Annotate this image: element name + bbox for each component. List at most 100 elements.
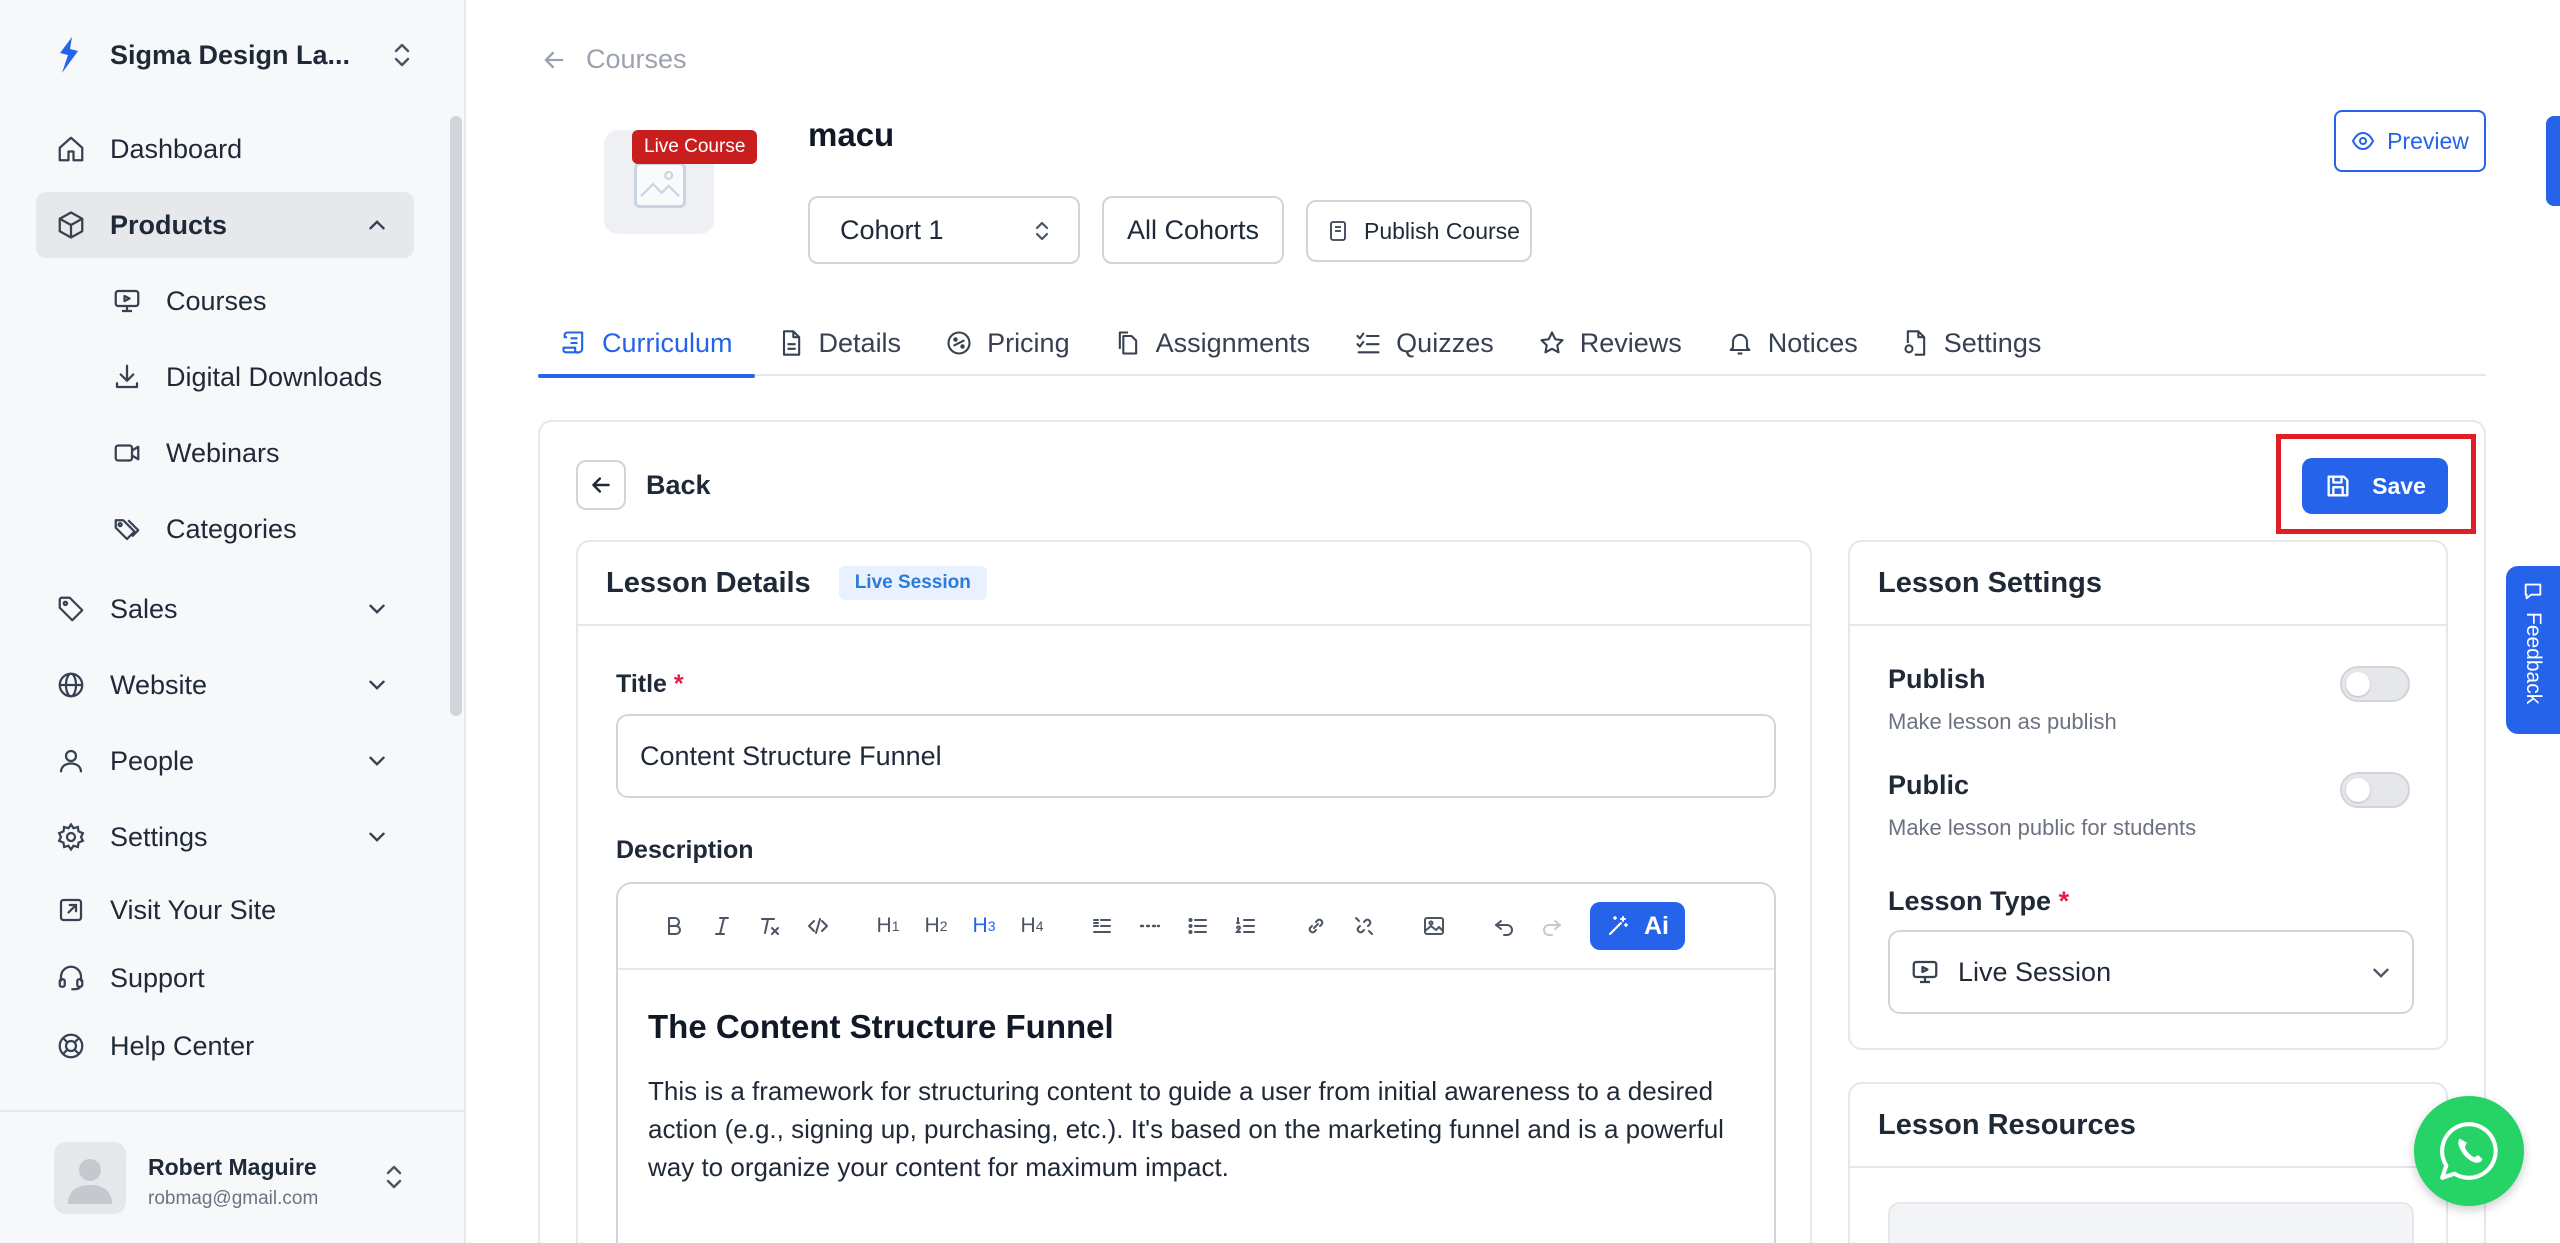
bell-icon xyxy=(1729,333,1751,355)
monitor-play-icon xyxy=(1912,960,1938,984)
resource-upload-area[interactable] xyxy=(1888,1202,2414,1243)
user-menu[interactable]: Robert Maguire robmag@gmail.com xyxy=(0,1110,464,1243)
arrow-left-icon xyxy=(544,51,564,68)
horizontal-rule-button[interactable] xyxy=(1130,906,1170,946)
preview-button[interactable]: Preview xyxy=(2334,110,2486,172)
sidebar-item-visit-site[interactable]: Visit Your Site xyxy=(36,880,414,940)
heading1-button[interactable]: H1 xyxy=(868,906,908,946)
editor-content[interactable]: The Content Structure Funnel This is a f… xyxy=(618,970,1774,1186)
back-button[interactable]: Back xyxy=(576,460,711,510)
heading2-button[interactable]: H2 xyxy=(916,906,956,946)
undo-button[interactable] xyxy=(1484,906,1524,946)
code-button[interactable] xyxy=(798,906,838,946)
heading4-button[interactable]: H4 xyxy=(1012,906,1052,946)
ordered-list-button[interactable] xyxy=(1226,906,1266,946)
tab-assignments[interactable]: Assignments xyxy=(1092,310,1333,376)
italic-icon xyxy=(715,917,729,935)
code-icon xyxy=(808,918,828,934)
sidebar-item-products[interactable]: Products xyxy=(36,192,414,258)
save-button[interactable]: Save xyxy=(2302,458,2448,514)
lesson-details-panel: Lesson Details Live Session Title * Cont… xyxy=(576,540,1812,1243)
italic-button[interactable] xyxy=(702,906,742,946)
sidebar-item-webinars[interactable]: Webinars xyxy=(92,420,414,486)
tab-notices[interactable]: Notices xyxy=(1704,310,1880,376)
publish-toggle[interactable] xyxy=(2340,666,2410,702)
description-editor[interactable]: H1 H2 H3 H4 Ai The Content Structure Fun… xyxy=(616,882,1776,1243)
tab-label: Curriculum xyxy=(602,327,733,358)
tab-details[interactable]: Details xyxy=(755,310,924,376)
publish-course-button[interactable]: Publish Course xyxy=(1306,200,1532,262)
content-paragraph: This is a framework for structuring cont… xyxy=(648,1076,1724,1182)
sidebar-item-help-center[interactable]: Help Center xyxy=(36,1016,414,1076)
sidebar-scrollbar[interactable] xyxy=(450,116,462,716)
horizontal-rule-icon xyxy=(1139,924,1161,928)
public-setting: Public Make lesson public for students xyxy=(1888,770,2196,841)
publish-subtitle: Make lesson as publish xyxy=(1888,709,2117,734)
lesson-type-label-text: Lesson Type xyxy=(1888,886,2052,916)
live-session-badge: Live Session xyxy=(838,566,987,600)
workspace-switcher[interactable]: Sigma Design La... xyxy=(54,30,414,80)
image-button[interactable] xyxy=(1414,906,1454,946)
tab-curriculum[interactable]: Curriculum xyxy=(538,310,755,378)
monitor-icon xyxy=(114,289,140,313)
description-label: Description xyxy=(616,836,754,864)
bold-icon xyxy=(668,917,681,935)
sidebar-item-label: Categories xyxy=(166,513,297,544)
lesson-type-select[interactable]: Live Session xyxy=(1888,930,2414,1014)
lesson-type-value: Live Session xyxy=(1958,956,2112,987)
tab-reviews[interactable]: Reviews xyxy=(1516,310,1704,376)
h4-text: H xyxy=(1020,914,1036,937)
title-input[interactable]: Content Structure Funnel xyxy=(616,714,1776,798)
book-icon xyxy=(1330,221,1346,241)
edge-tab[interactable] xyxy=(2546,116,2560,206)
ordered-list-icon xyxy=(1235,917,1255,933)
feedback-tab[interactable]: Feedback xyxy=(2506,566,2560,734)
required-mark: * xyxy=(2058,886,2070,916)
sidebar-item-categories[interactable]: Categories xyxy=(92,496,414,562)
link-icon xyxy=(1308,918,1324,934)
blockquote-button[interactable] xyxy=(1082,906,1122,946)
sidebar-item-website[interactable]: Website xyxy=(36,652,414,718)
tab-pricing[interactable]: Pricing xyxy=(923,310,1092,376)
live-course-badge: Live Course xyxy=(632,130,758,164)
redo-button[interactable] xyxy=(1532,906,1572,946)
public-toggle[interactable] xyxy=(2340,772,2410,808)
h1-text: H xyxy=(876,914,892,937)
course-title: macu xyxy=(808,116,895,153)
sidebar-item-support[interactable]: Support xyxy=(36,948,414,1008)
eye-icon xyxy=(2351,131,2375,151)
brand-logo-icon xyxy=(60,37,78,73)
clear-format-icon xyxy=(761,918,779,935)
chevron-down-icon xyxy=(369,832,385,842)
sidebar-item-people[interactable]: People xyxy=(36,728,414,794)
whatsapp-chat-button[interactable] xyxy=(2414,1096,2524,1206)
ai-assist-button[interactable]: Ai xyxy=(1590,902,1685,950)
bullet-list-button[interactable] xyxy=(1178,906,1218,946)
tab-label: Settings xyxy=(1943,327,2042,358)
tab-quizzes[interactable]: Quizzes xyxy=(1332,310,1516,376)
redo-icon xyxy=(1543,920,1561,936)
bold-button[interactable] xyxy=(654,906,694,946)
heading3-button[interactable]: H3 xyxy=(964,906,1004,946)
tab-settings[interactable]: Settings xyxy=(1880,310,2064,376)
sidebar-item-dashboard[interactable]: Dashboard xyxy=(36,116,414,182)
sidebar-item-settings[interactable]: Settings xyxy=(36,804,414,870)
link-button[interactable] xyxy=(1296,906,1336,946)
chevron-updown-icon xyxy=(386,1165,402,1189)
breadcrumb[interactable]: Courses xyxy=(540,44,687,75)
clear-format-button[interactable] xyxy=(750,906,790,946)
cohort-select[interactable]: Cohort 1 xyxy=(808,196,1080,264)
chevron-down-icon xyxy=(2373,968,2389,978)
lesson-resources-header: Lesson Resources xyxy=(1850,1084,2446,1168)
sidebar-item-digital-downloads[interactable]: Digital Downloads xyxy=(92,344,414,410)
document-icon xyxy=(782,330,800,356)
unlink-button[interactable] xyxy=(1344,906,1384,946)
all-cohorts-label: All Cohorts xyxy=(1126,214,1260,245)
sidebar-item-label: Visit Your Site xyxy=(110,894,277,925)
all-cohorts-button[interactable]: All Cohorts xyxy=(1102,196,1284,264)
publish-title: Publish xyxy=(1888,664,1986,694)
sidebar-item-courses[interactable]: Courses xyxy=(92,268,414,334)
sidebar-item-sales[interactable]: Sales xyxy=(36,576,414,642)
workspace-name: Sigma Design La... xyxy=(110,39,351,70)
products-submenu: Courses Digital Downloads Webinars Categ… xyxy=(36,268,414,562)
